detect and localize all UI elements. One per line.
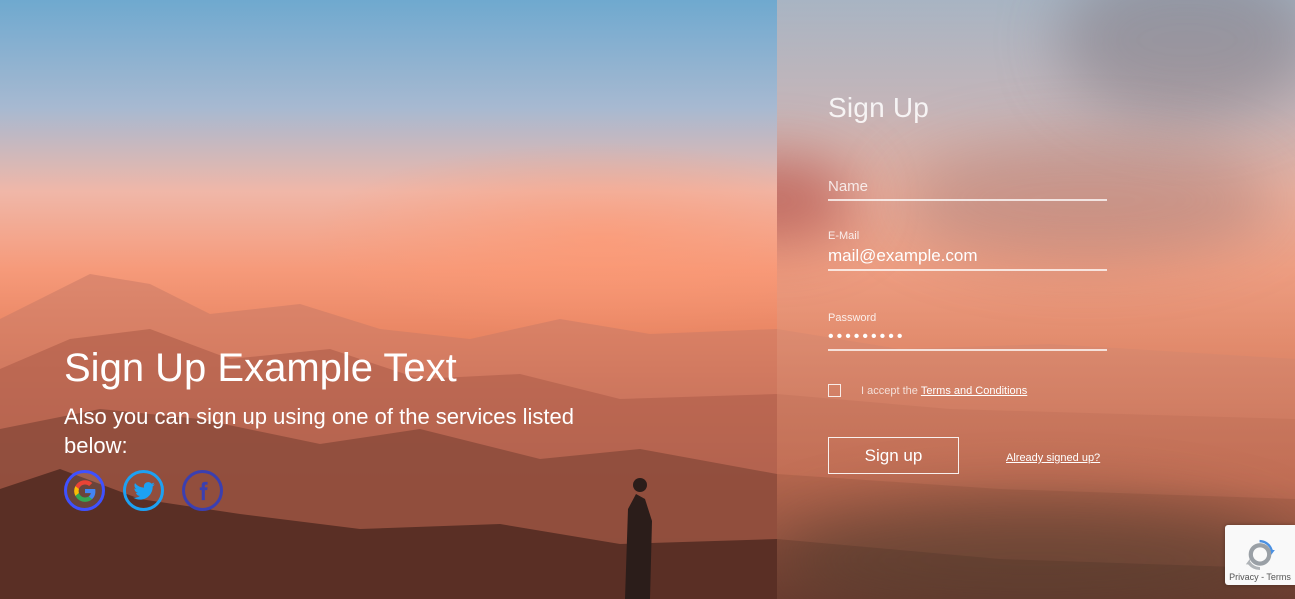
email-input[interactable] [828,244,1107,271]
social-signup-buttons [64,470,223,511]
terms-link[interactable]: Terms and Conditions [921,385,1027,397]
name-field [828,160,1107,201]
hero-title: Sign Up Example Text [64,346,457,390]
already-signed-up-link[interactable]: Already signed up? [1006,452,1100,464]
password-field: Password [828,312,1107,351]
password-label: Password [828,312,877,324]
signup-panel: Sign Up E-Mail Password I accept the Ter… [777,0,1295,599]
twitter-signup-button[interactable] [123,470,164,511]
name-label [828,160,1107,174]
terms-prefix: I accept the [861,384,918,397]
password-input[interactable] [828,326,1107,351]
recaptcha-icon [1245,539,1275,570]
facebook-signup-button[interactable] [182,470,223,511]
google-signup-button[interactable] [64,470,105,511]
recaptcha-text: Privacy - Terms [1229,572,1291,582]
email-label: E-Mail [828,230,860,242]
google-icon [73,479,95,502]
twitter-icon [132,481,155,500]
email-field: E-Mail [828,230,1107,271]
form-title: Sign Up [828,92,930,123]
name-input[interactable] [828,174,1107,201]
recaptcha-badge[interactable]: Privacy - Terms [1225,525,1295,585]
terms-checkbox[interactable] [828,384,841,397]
hero-subtitle: Also you can sign up using one of the se… [64,404,574,458]
terms-row: I accept the Terms and Conditions [828,384,1027,397]
facebook-icon [199,481,208,500]
signup-button[interactable]: Sign up [828,437,959,474]
